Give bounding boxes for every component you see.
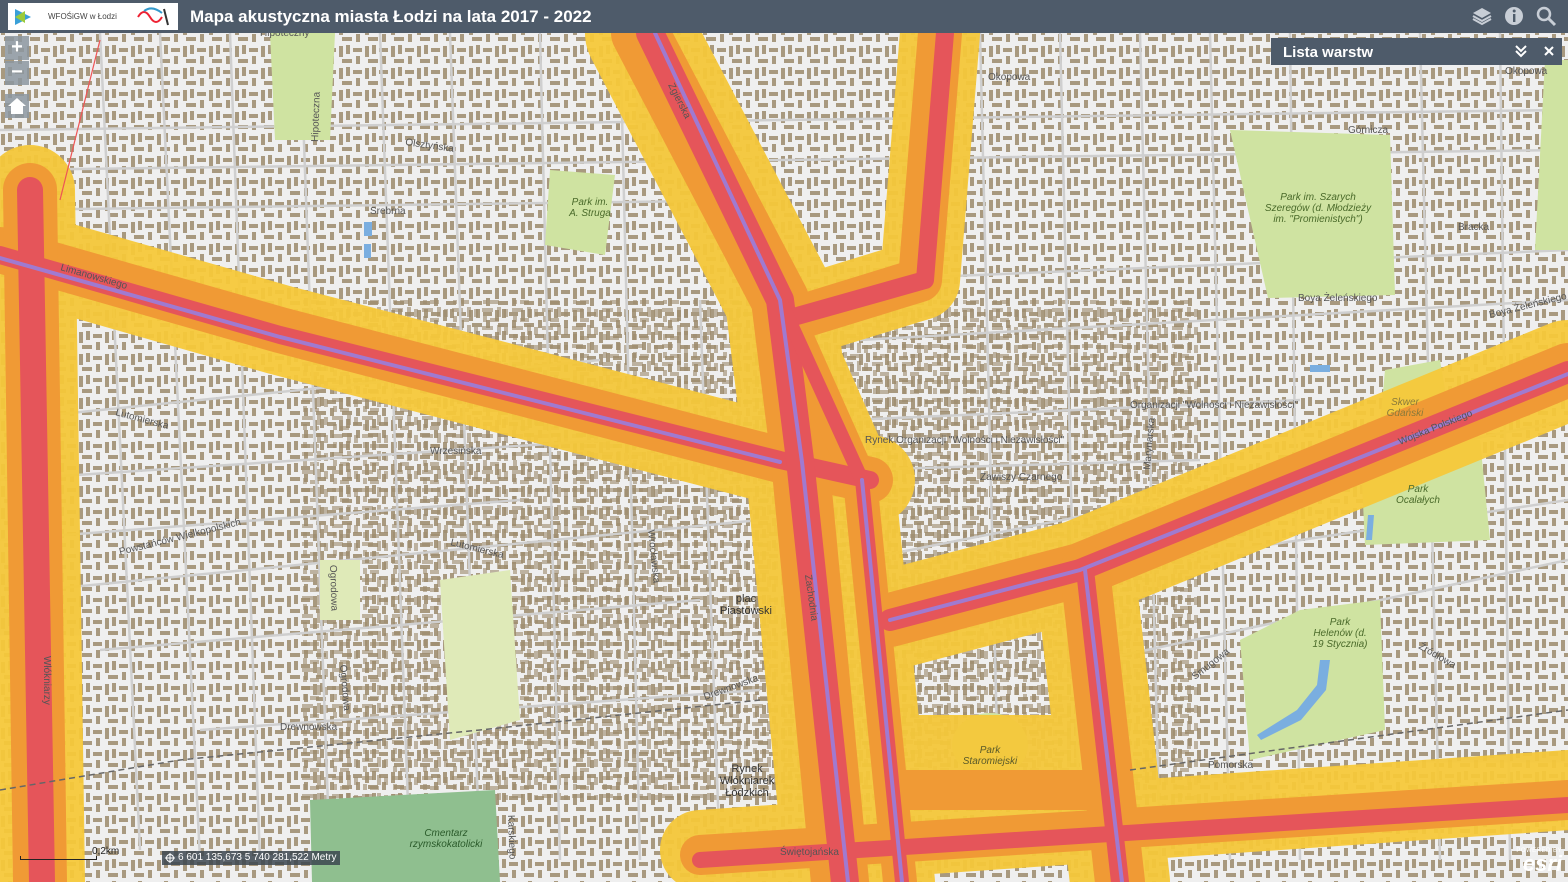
zoom-in-button[interactable]: + (5, 36, 29, 60)
street-wrzesinska: Wrzesińska (430, 446, 482, 457)
coordinate-readout[interactable]: 6 601 135,673 5 740 281,522 Metry (162, 851, 341, 865)
app-logo[interactable]: WFOŚiGW w Łodzi (8, 3, 178, 30)
lodz-logo-icon (137, 7, 169, 26)
street-ogrodowa: Ogrodowa (327, 565, 340, 612)
app-title: Mapa akustyczna miasta Łodzi na lata 201… (190, 7, 592, 26)
street-rynek-org: Rynek Organizacji "Wolności i Niezawisło… (865, 435, 1065, 446)
street-okopowa: Okopowa (988, 72, 1031, 83)
esri-logo-text: esri (1522, 851, 1562, 876)
street-srebrna: Srebrna (370, 206, 406, 217)
street-gornicza: Górnicza (1348, 125, 1388, 136)
info-icon[interactable] (1503, 5, 1525, 27)
street-karskiego: Karskiego (505, 815, 518, 860)
search-icon[interactable] (1535, 5, 1557, 27)
app-header: WFOŚiGW w Łodzi Mapa akustyczna miasta Ł… (0, 0, 1568, 33)
label-park-struga: Park im. A. Struga (568, 197, 611, 219)
esri-attribution[interactable]: POWERED BY esri (1512, 848, 1562, 876)
street-swietojanska: Świętojańska (780, 845, 839, 858)
crosshair-icon (165, 853, 175, 863)
close-icon[interactable] (1541, 43, 1557, 59)
wfosigw-logo-icon (15, 9, 31, 25)
street-hipoteczna: Hipoteczna (310, 91, 323, 142)
label-skwer-gdanski: Skwer Gdański (1387, 397, 1424, 419)
scale-bar-line (20, 856, 97, 860)
logo-text: WFOŚiGW w Łodzi (48, 12, 117, 21)
layers-icon[interactable] (1471, 5, 1493, 27)
home-icon (8, 98, 26, 114)
street-wlokniarzy: Włókniarzy (41, 656, 52, 705)
street-okopowa2: Okopowa (1505, 66, 1548, 77)
coordinate-text: 6 601 135,673 5 740 281,522 Metry (178, 852, 337, 863)
street-organizacji: Organizacji "Wolności i Niezawisłości" (1130, 400, 1299, 411)
acoustic-noise-map[interactable]: Park im. A. Struga Park im. Szarych Szereg… (0, 0, 1568, 882)
layer-list-title: Lista warstw (1283, 44, 1374, 61)
street-bracka: Bracka (1458, 222, 1490, 233)
street-drewnowska2: Drewnowska (280, 722, 338, 733)
double-chevron-down-icon[interactable] (1513, 43, 1529, 59)
layer-list-panel: Lista warstw (1271, 38, 1562, 65)
zoom-controls: + − (5, 36, 29, 85)
zoom-out-button[interactable]: − (5, 61, 29, 85)
street-boya: Boya Żeleńskiego (1298, 291, 1378, 304)
street-zawiszy: Zawiszy Czarnego (980, 472, 1063, 483)
home-button[interactable] (5, 94, 29, 118)
street-pomorska: Pomorska (1208, 760, 1253, 771)
map-canvas[interactable]: Park im. A. Struga Park im. Szarych Szereg… (0, 0, 1568, 882)
